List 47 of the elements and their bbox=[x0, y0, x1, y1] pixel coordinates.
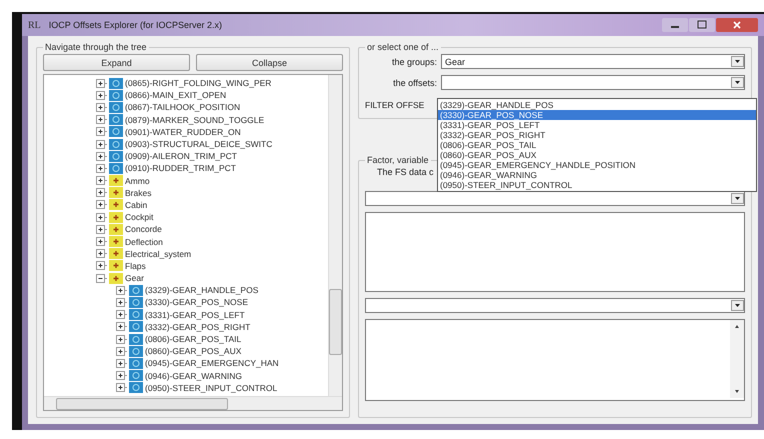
tree-item[interactable]: (0867)-TAILHOOK_POSITION bbox=[125, 102, 240, 112]
tree-item[interactable]: (3329)-GEAR_HANDLE_POS bbox=[145, 285, 258, 296]
dropdown-option[interactable]: (3331)-GEAR_POS_LEFT bbox=[438, 120, 756, 130]
tree-item[interactable]: (0866)-MAIN_EXIT_OPEN bbox=[125, 90, 226, 100]
group-title: Factor, variable bbox=[366, 155, 430, 165]
tree-item[interactable]: (0903)-STRUCTURAL_DEICE_SWITC bbox=[125, 139, 272, 150]
dropdown-option[interactable]: (0950)-STEER_INPUT_CONTROL bbox=[438, 180, 756, 190]
tree-item[interactable]: (0945)-GEAR_EMERGENCY_HAN bbox=[145, 358, 279, 368]
dropdown-option[interactable]: (0806)-GEAR_POS_TAIL bbox=[438, 140, 756, 150]
dropdown-option[interactable]: (3332)-GEAR_POS_RIGHT bbox=[438, 130, 756, 140]
collapse-button[interactable]: Collapse bbox=[196, 54, 343, 71]
window-title: IOCP Offsets Explorer (for IOCPServer 2.x) bbox=[48, 20, 222, 30]
expand-button[interactable]: Expand bbox=[43, 54, 190, 71]
tree-item[interactable]: (0901)-WATER_RUDDER_ON bbox=[125, 126, 241, 137]
group-title: or select one of ... bbox=[366, 42, 440, 52]
tree-item[interactable]: Flaps bbox=[125, 260, 146, 271]
tree-item[interactable]: Concorde bbox=[125, 224, 162, 234]
field-label: the offsets: bbox=[392, 78, 437, 88]
tree-item[interactable]: (0879)-MARKER_SOUND_TOGGLE bbox=[125, 114, 264, 125]
tree-item[interactable]: (0806)-GEAR_POS_TAIL bbox=[145, 334, 242, 344]
tree-item[interactable]: Cockpit bbox=[125, 212, 154, 222]
tree-item[interactable]: (0909)-AILERON_TRIM_PCT bbox=[125, 151, 237, 162]
tree-item[interactable]: Brakes bbox=[125, 188, 152, 198]
tree-item[interactable]: Ammo bbox=[125, 176, 150, 186]
field-label: The FS data c bbox=[377, 167, 434, 177]
tree-item[interactable]: (0860)-GEAR_POS_AUX bbox=[145, 346, 242, 356]
tree-item[interactable]: Deflection bbox=[125, 236, 163, 247]
tree-item[interactable]: (0910)-RUDDER_TRIM_PCT bbox=[125, 163, 236, 174]
filter-label: FILTER OFFSE bbox=[365, 99, 424, 112]
dropdown-option[interactable]: (0860)-GEAR_POS_AUX bbox=[438, 150, 756, 160]
dropdown-option[interactable]: (0946)-GEAR_WARNING bbox=[438, 170, 756, 180]
tree-item[interactable]: (0865)-RIGHT_FOLDING_WING_PER bbox=[125, 78, 272, 88]
tree-item[interactable]: Cabin bbox=[125, 200, 148, 210]
app-icon: RL bbox=[28, 20, 41, 30]
dropdown-option[interactable]: (0945)-GEAR_EMERGENCY_HANDLE_POSITION bbox=[438, 160, 756, 170]
group-title: Navigate through the tree bbox=[44, 42, 148, 52]
tree-item[interactable]: (0946)-GEAR_WARNING bbox=[145, 370, 242, 381]
tree-item[interactable]: (0950)-STEER_INPUT_CONTROL bbox=[145, 382, 278, 393]
dropdown-option[interactable]: (3329)-GEAR_HANDLE_POS bbox=[438, 100, 756, 110]
groups-dropdown[interactable]: Gear bbox=[441, 54, 745, 69]
tree-item[interactable]: (3331)-GEAR_POS_LEFT bbox=[145, 310, 245, 320]
dropdown-option[interactable]: (3330)-GEAR_POS_NOSE bbox=[438, 110, 756, 120]
field-label: the groups: bbox=[390, 56, 437, 66]
tree-item[interactable]: Electrical_system bbox=[125, 248, 192, 259]
tree-item[interactable]: (3330)-GEAR_POS_NOSE bbox=[145, 297, 248, 308]
tree-item[interactable]: Gear bbox=[125, 273, 144, 284]
tree-item[interactable]: (3332)-GEAR_POS_RIGHT bbox=[145, 322, 250, 332]
